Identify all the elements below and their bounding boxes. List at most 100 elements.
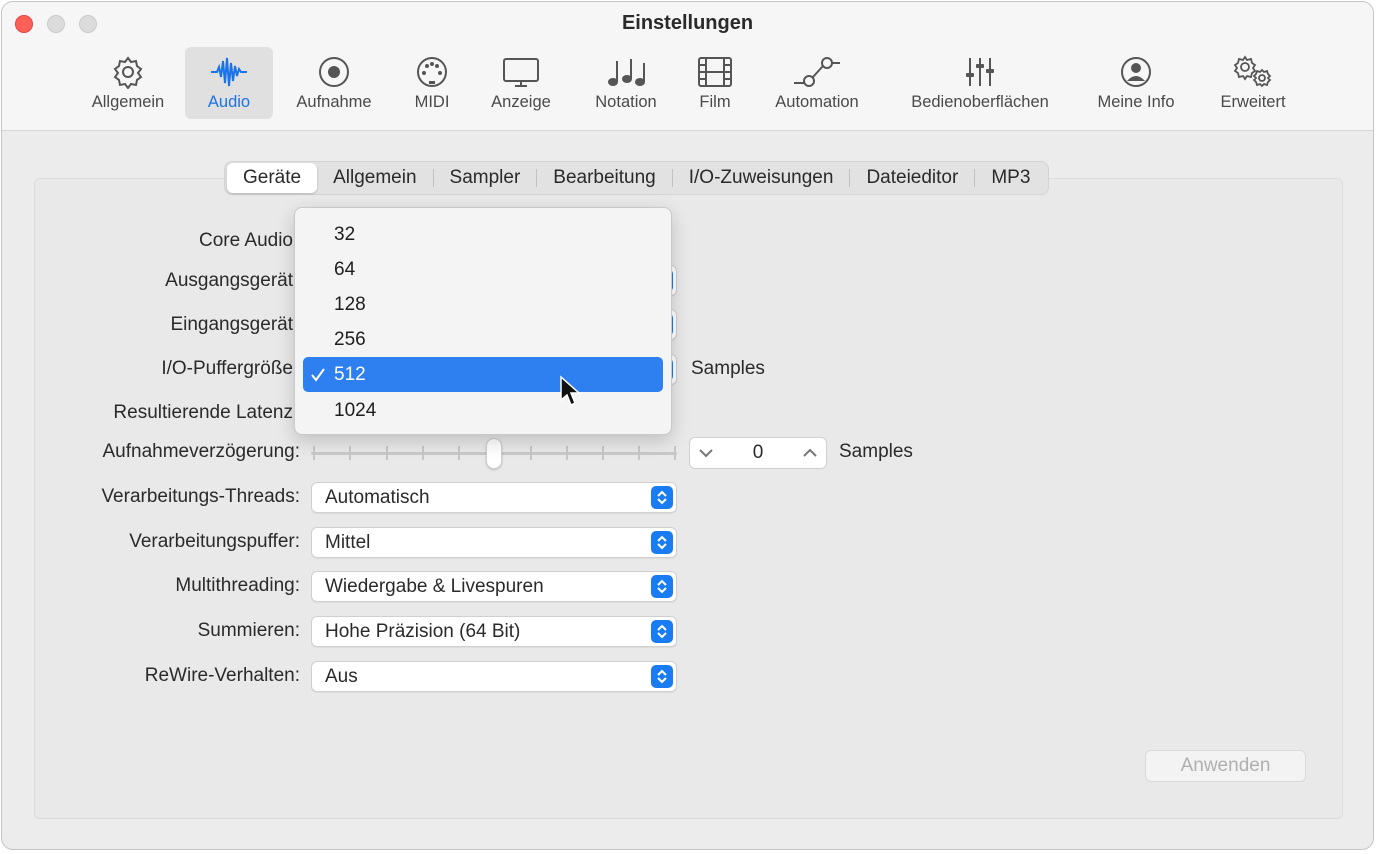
toolbar-bedienoberflaechen[interactable]: Bedienoberflächen: [896, 47, 1064, 119]
popup-chevrons-icon: [651, 620, 673, 643]
buffer-unit-label: Samples: [691, 358, 765, 379]
multithreading-value: Wiedergabe & Livespuren: [325, 576, 544, 597]
tab-bearbeitung[interactable]: Bearbeitung: [537, 163, 671, 193]
toolbar-midi[interactable]: MIDI: [400, 47, 464, 119]
popup-chevrons-icon: [651, 665, 673, 688]
waveform-icon: [209, 55, 249, 89]
popup-chevrons-icon: [651, 486, 673, 509]
tab-dateieditor[interactable]: Dateieditor: [850, 163, 974, 193]
toolbar-notation[interactable]: Notation: [584, 47, 668, 119]
slider-tick: [386, 446, 388, 460]
slider-tick: [458, 446, 460, 460]
toolbar-meine-info[interactable]: Meine Info: [1086, 47, 1186, 119]
display-icon: [501, 55, 541, 89]
slider-tick: [530, 446, 532, 460]
slider-tick: [349, 446, 351, 460]
film-strip-icon: [696, 55, 734, 89]
gears-icon: [1231, 55, 1275, 89]
resulting-latency-label: Resultierende Latenz: [113, 402, 293, 423]
menu-item-label: 1024: [334, 400, 377, 421]
mouse-pointer-icon: [559, 375, 581, 412]
toolbar-label: Aufnahme: [296, 93, 372, 111]
menu-item-label: 256: [334, 329, 366, 350]
threads-popup[interactable]: Automatisch: [311, 482, 677, 513]
faders-icon: [963, 55, 997, 89]
toolbar-label: Film: [699, 93, 731, 111]
slider-tick: [674, 446, 676, 460]
threads-value: Automatisch: [325, 487, 430, 508]
automation-curve-icon: [792, 55, 842, 89]
toolbar-label: Bedienoberflächen: [911, 93, 1049, 111]
title-bar: Einstellungen Allgemein Audio Aufnahme M…: [2, 2, 1373, 131]
toolbar-film[interactable]: Film: [685, 47, 745, 119]
toolbar-label: Audio: [207, 93, 251, 111]
slider-tick: [602, 446, 604, 460]
recording-delay-stepper[interactable]: 0: [689, 437, 827, 469]
menu-item-label: 512: [334, 364, 366, 385]
popup-chevrons-icon: [651, 531, 673, 554]
input-device-label: Eingangsgerät: [170, 314, 293, 335]
menu-item-128[interactable]: 128: [303, 287, 663, 322]
slider-tick: [422, 446, 424, 460]
toolbar-audio[interactable]: Audio: [185, 47, 273, 119]
summing-value: Hohe Präzision (64 Bit): [325, 621, 521, 642]
tab-bar: Geräte Allgemein Sampler Bearbeitung I/O…: [224, 161, 1050, 195]
toolbar-label: Meine Info: [1097, 93, 1175, 111]
toolbar-label: Notation: [595, 93, 657, 111]
recording-delay-label: Aufnahmeverzögerung:: [102, 441, 300, 462]
toolbar-label: MIDI: [414, 93, 450, 111]
recording-delay-unit: Samples: [839, 441, 913, 462]
person-icon: [1119, 55, 1153, 89]
toolbar-allgemein[interactable]: Allgemein: [82, 47, 174, 119]
menu-item-label: 64: [334, 259, 356, 280]
rewire-label: ReWire-Verhalten:: [144, 665, 300, 686]
summing-popup[interactable]: Hohe Präzision (64 Bit): [311, 616, 677, 647]
slider-tick: [313, 446, 315, 460]
apply-button[interactable]: Anwenden: [1145, 750, 1306, 782]
chevron-up-icon[interactable]: [802, 446, 818, 465]
menu-item-label: 128: [334, 294, 366, 315]
menu-item-1024[interactable]: 1024: [303, 393, 663, 428]
toolbar-automation[interactable]: Automation: [765, 47, 869, 119]
menu-item-256[interactable]: 256: [303, 322, 663, 357]
core-audio-label: Core Audio: [198, 230, 293, 251]
slider-tick: [566, 446, 568, 460]
toolbar-label: Anzeige: [491, 93, 551, 111]
tab-io-zuweisungen[interactable]: I/O-Zuweisungen: [673, 163, 850, 193]
slider-tick: [638, 446, 640, 460]
multithreading-label: Multithreading:: [175, 575, 300, 596]
tab-mp3[interactable]: MP3: [975, 163, 1046, 193]
toolbar-label: Allgemein: [91, 93, 165, 111]
preferences-window: Einstellungen Allgemein Audio Aufnahme M…: [1, 1, 1374, 850]
tab-allgemein[interactable]: Allgemein: [317, 163, 432, 193]
threads-label: Verarbeitungs-Threads:: [101, 486, 300, 507]
process-buffer-popup[interactable]: Mittel: [311, 527, 677, 558]
rewire-popup[interactable]: Aus: [311, 661, 677, 692]
tab-geraete[interactable]: Geräte: [227, 163, 318, 193]
midi-connector-icon: [415, 55, 449, 89]
menu-item-64[interactable]: 64: [303, 252, 663, 287]
output-device-label: Ausgangsgerät: [165, 270, 293, 291]
record-icon: [317, 55, 351, 89]
popup-chevrons-icon: [651, 575, 673, 598]
toolbar-label: Automation: [775, 93, 859, 111]
window-title: Einstellungen: [621, 12, 754, 34]
buffer-size-label: I/O-Puffergröße: [161, 358, 293, 379]
rewire-value: Aus: [325, 666, 358, 687]
multithreading-popup[interactable]: Wiedergabe & Livespuren: [311, 571, 677, 602]
toolbar-aufnahme[interactable]: Aufnahme: [286, 47, 382, 119]
music-notes-icon: [605, 55, 647, 89]
menu-item-label: 32: [334, 224, 356, 245]
summing-label: Summieren:: [197, 620, 300, 641]
process-buffer-value: Mittel: [325, 532, 371, 553]
toolbar-anzeige[interactable]: Anzeige: [481, 47, 561, 119]
recording-delay-slider-knob[interactable]: [486, 438, 502, 469]
gear-icon: [110, 55, 146, 89]
toolbar-label: Erweitert: [1220, 93, 1286, 111]
process-buffer-label: Verarbeitungspuffer:: [129, 531, 300, 552]
toolbar-erweitert[interactable]: Erweitert: [1208, 47, 1298, 119]
tab-sampler[interactable]: Sampler: [434, 163, 537, 193]
menu-item-32[interactable]: 32: [303, 217, 663, 252]
buffer-size-menu: 32 64 128 256 512 1024: [294, 207, 672, 435]
menu-item-512[interactable]: 512: [303, 357, 663, 392]
